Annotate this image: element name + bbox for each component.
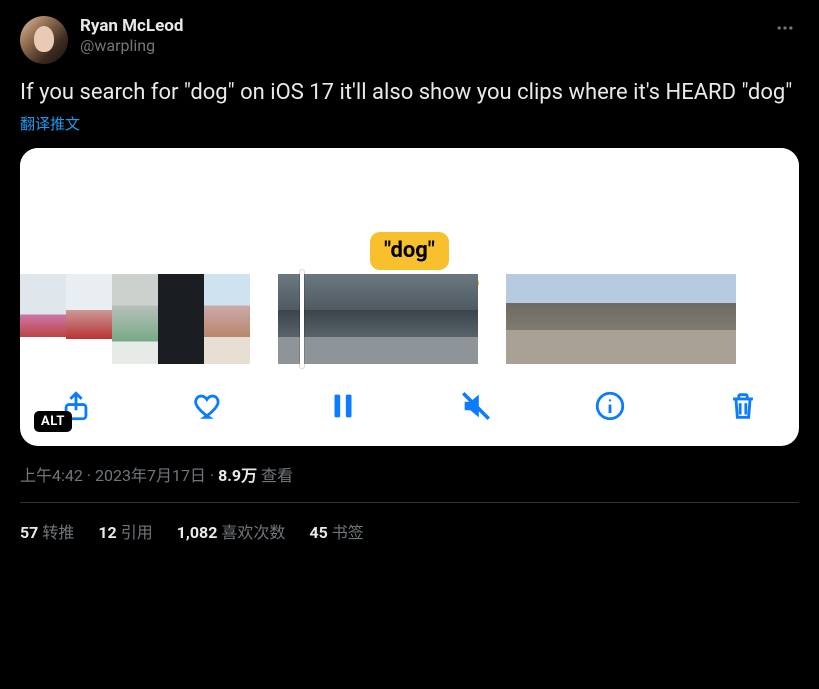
media-whitespace <box>20 148 799 232</box>
thumbnail[interactable] <box>66 274 112 364</box>
mute-button[interactable] <box>456 386 496 426</box>
trash-icon <box>726 389 760 423</box>
alt-badge[interactable]: ALT <box>34 411 72 432</box>
quotes-count: 12 <box>98 523 116 542</box>
bubble-row: "dog" <box>20 232 799 274</box>
clip-group-1[interactable] <box>20 274 250 364</box>
delete-button[interactable] <box>723 386 763 426</box>
more-icon <box>775 18 795 38</box>
thumbnail[interactable] <box>112 274 158 364</box>
meta-date[interactable]: 2023年7月17日 <box>95 466 206 485</box>
views-count[interactable]: 8.9万 <box>218 466 257 485</box>
tweet-header: Ryan McLeod @warpling <box>20 16 799 64</box>
tweet-text: If you search for "dog" on iOS 17 it'll … <box>20 78 799 107</box>
search-bubble: "dog" <box>370 232 449 270</box>
tweet-stats: 57转推 12 引用 1,082喜欢次数 45 书签 <box>20 519 799 543</box>
thumbnail[interactable] <box>328 274 378 364</box>
bubble-text: "dog" <box>384 238 435 263</box>
retweets-stat[interactable]: 57转推 <box>20 519 74 543</box>
thumbnail[interactable] <box>158 274 204 364</box>
thumbnail[interactable] <box>204 274 250 364</box>
quotes-label: 引用 <box>121 523 153 542</box>
retweets-label: 转推 <box>42 523 74 542</box>
pause-icon <box>326 389 360 423</box>
avatar[interactable] <box>20 16 68 64</box>
tweet-container: Ryan McLeod @warpling If you search for … <box>0 0 819 559</box>
like-button[interactable] <box>189 386 229 426</box>
video-strip[interactable] <box>20 274 799 364</box>
info-icon <box>593 389 627 423</box>
user-column: Ryan McLeod @warpling <box>80 16 183 56</box>
bookmarks-label: 书签 <box>332 523 364 542</box>
likes-count: 1,082 <box>177 523 218 542</box>
likes-stat[interactable]: 1,082喜欢次数 <box>177 519 286 543</box>
clip-group-3[interactable] <box>506 274 736 364</box>
more-button[interactable] <box>771 16 799 45</box>
playhead[interactable] <box>300 270 304 368</box>
user-handle[interactable]: @warpling <box>80 36 183 56</box>
thumbnail[interactable] <box>506 274 552 364</box>
translate-link[interactable]: 翻译推文 <box>20 113 80 134</box>
thumbnail[interactable] <box>378 274 428 364</box>
display-name[interactable]: Ryan McLeod <box>80 16 183 36</box>
thumbnail[interactable] <box>552 274 598 364</box>
bookmarks-count: 45 <box>309 523 327 542</box>
likes-label: 喜欢次数 <box>221 523 285 542</box>
speaker-muted-icon <box>459 389 493 423</box>
views-label: 查看 <box>261 466 293 485</box>
meta-time[interactable]: 上午4:42 <box>20 466 83 485</box>
info-button[interactable] <box>590 386 630 426</box>
tweet-meta: 上午4:42 · 2023年7月17日 · 8.9万 查看 <box>20 462 799 486</box>
bookmarks-stat[interactable]: 45 书签 <box>309 519 363 543</box>
thumbnail[interactable] <box>690 274 736 364</box>
quotes-stat[interactable]: 12 引用 <box>98 519 152 543</box>
thumbnail[interactable] <box>598 274 644 364</box>
thumbnail[interactable] <box>20 274 66 364</box>
clip-group-2[interactable] <box>278 274 478 364</box>
thumbnail[interactable] <box>644 274 690 364</box>
divider <box>20 502 799 503</box>
media-card[interactable]: "dog" <box>20 148 799 446</box>
thumbnail[interactable] <box>428 274 478 364</box>
retweets-count: 57 <box>20 523 38 542</box>
media-toolbar <box>20 364 799 440</box>
heart-icon <box>192 389 226 423</box>
pause-button[interactable] <box>323 386 363 426</box>
